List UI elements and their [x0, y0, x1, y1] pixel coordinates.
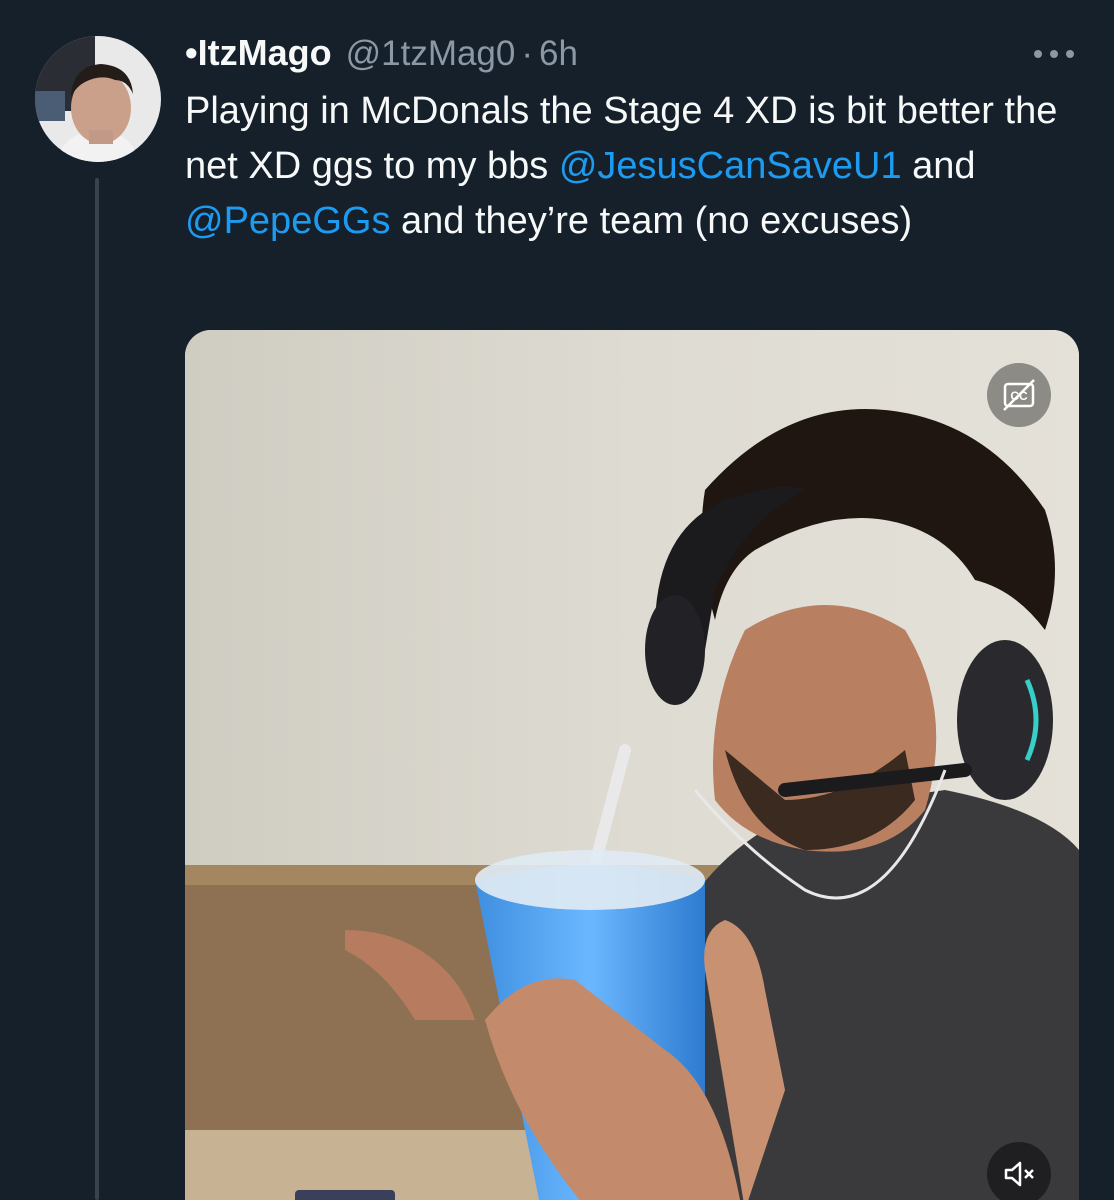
tweet-text-part: and [901, 145, 976, 187]
tweet-text: Playing in McDonals the Stage 4 XD is bi… [185, 84, 1065, 249]
separator-dot: · [521, 34, 534, 73]
tweet-timestamp[interactable]: 6h [539, 34, 578, 74]
mention-link[interactable]: @PepeGGs [185, 200, 390, 242]
video-frame [185, 330, 1079, 1200]
tweet[interactable]: •ItzMago @1tzMag0 · 6h Playing in McDona… [0, 0, 1114, 1200]
user-handle[interactable]: @1tzMag0 [346, 34, 516, 74]
user-avatar[interactable] [35, 36, 161, 162]
tweet-text-part: and they’re team (no excuses) [390, 200, 913, 242]
volume-muted-icon[interactable] [987, 1142, 1051, 1200]
mention-link[interactable]: @JesusCanSaveU1 [559, 145, 902, 187]
avatar-image [35, 36, 161, 162]
video-player[interactable]: CC [185, 330, 1079, 1200]
thread-line [95, 178, 99, 1200]
tweet-header: •ItzMago @1tzMag0 · 6h [185, 32, 578, 80]
closed-captions-off-icon[interactable]: CC [987, 363, 1051, 427]
display-name[interactable]: •ItzMago [185, 32, 332, 74]
more-horizontal-icon[interactable] [1030, 42, 1078, 66]
